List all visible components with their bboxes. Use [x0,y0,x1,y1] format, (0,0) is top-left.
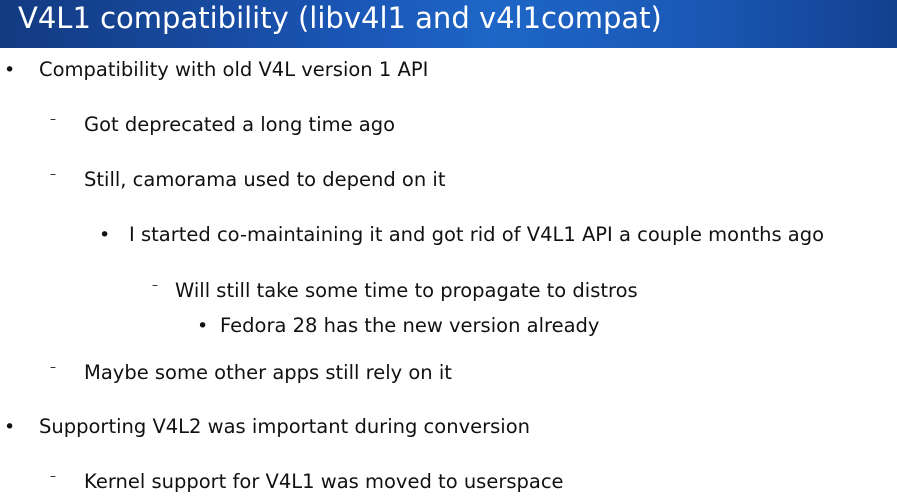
bullet-marker: • [197,315,209,337]
bullet-text: Compatibility with old V4L version 1 API [39,58,429,81]
bullet-marker: • [99,224,111,246]
bullet-marker: • [4,416,16,438]
dash-marker: – [50,360,56,374]
bullet-text: Maybe some other apps still rely on it [84,361,452,384]
slide-title: V4L1 compatibility (libv4l1 and v4l1comp… [18,1,662,35]
bullet-text: Got deprecated a long time ago [84,113,396,136]
bullet-text: Fedora 28 has the new version already [220,314,600,337]
bullet-text: I started co-maintaining it and got rid … [129,223,825,246]
slide-title-bar: V4L1 compatibility (libv4l1 and v4l1comp… [0,0,897,48]
bullet-marker: • [4,59,16,81]
bullet-text: Supporting V4L2 was important during con… [39,415,530,438]
dash-marker: – [50,112,56,126]
dash-marker: – [50,469,56,483]
dash-marker: – [152,278,158,292]
bullet-text: Kernel support for V4L1 was moved to use… [84,470,564,493]
bullet-text: Will still take some time to propagate t… [175,279,638,302]
dash-marker: – [50,167,56,181]
bullet-text: Still, camorama used to depend on it [84,168,446,191]
